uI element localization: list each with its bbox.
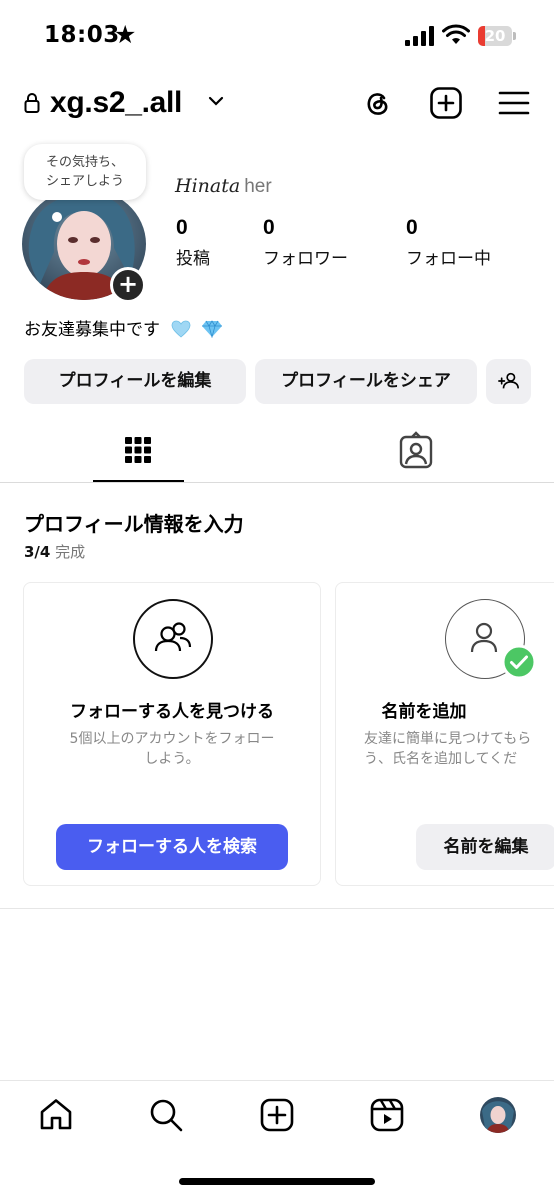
find-people-card: フォローする人を見つける 5個以上のアカウントをフォロー しよう。 フォローする…: [23, 582, 321, 886]
add-post-icon[interactable]: [429, 86, 463, 120]
grid-icon: [125, 437, 151, 463]
tagged-icon: [399, 431, 433, 469]
lock-icon: [24, 93, 40, 113]
share-profile-button[interactable]: プロフィールをシェア: [255, 359, 477, 404]
card-description: 友達に簡単に見つけてもら う、氏名を追加してくだ: [364, 731, 532, 767]
stat-value: 0: [176, 216, 188, 239]
stat-label: 投稿: [176, 249, 210, 269]
card-title: 名前を追加: [381, 702, 467, 722]
profile-header: xg.s2_.all: [0, 78, 554, 134]
stat-value: 0: [263, 216, 275, 239]
status-bar: 18:03 ★ 20: [0, 0, 554, 72]
threads-icon[interactable]: [360, 86, 394, 120]
stat-following[interactable]: 0 フォロー中: [406, 216, 491, 269]
chevron-down-icon[interactable]: [207, 92, 225, 110]
display-name-line: Hinata her: [175, 175, 272, 198]
battery-level: 20: [484, 27, 506, 45]
completion-title: プロフィール情報を入力: [24, 512, 244, 536]
progress-count: 3/4: [24, 543, 51, 561]
star-icon: ★: [114, 20, 137, 49]
create-icon[interactable]: [259, 1097, 295, 1133]
stat-value: 0: [406, 216, 418, 239]
card-title: フォローする人を見つける: [70, 702, 274, 722]
search-icon[interactable]: [148, 1097, 184, 1133]
status-time: 18:03: [44, 22, 120, 48]
tab-tagged[interactable]: [392, 430, 440, 476]
stat-posts[interactable]: 0 投稿: [176, 216, 210, 269]
edit-profile-button[interactable]: プロフィールを編集: [24, 359, 246, 404]
reels-icon[interactable]: [369, 1097, 405, 1133]
check-icon: [501, 644, 537, 680]
home-indicator: [179, 1178, 375, 1185]
edit-name-button[interactable]: 名前を編集: [416, 824, 554, 870]
home-icon[interactable]: [38, 1097, 74, 1133]
add-name-card: 名前を追加 友達に簡単に見つけてもら う、氏名を追加してくだ 名前を編集: [335, 582, 554, 886]
stat-label: フォロー中: [406, 249, 491, 269]
note-bubble[interactable]: その気持ち、 シェアしよう: [24, 144, 146, 200]
stat-label: フォロワー: [263, 249, 348, 269]
wifi-icon: [442, 24, 470, 44]
cellular-signal-icon: [405, 26, 435, 46]
note-bubble-tail: [52, 212, 62, 222]
add-story-button[interactable]: +: [110, 267, 146, 303]
discover-people-button[interactable]: [486, 359, 531, 404]
tab-posts-grid[interactable]: [114, 430, 162, 476]
divider: [0, 482, 554, 483]
gem-icon: [201, 320, 222, 338]
stat-followers[interactable]: 0 フォロワー: [263, 216, 348, 269]
find-people-button[interactable]: フォローする人を検索: [56, 824, 288, 870]
bio-text: お友達募集中です: [24, 320, 160, 340]
people-icon: [133, 599, 213, 679]
card-description: 5個以上のアカウントをフォロー しよう。: [69, 731, 275, 767]
completion-progress: 3/4 完成: [24, 541, 85, 562]
light-blue-heart-icon: [172, 320, 191, 338]
battery-icon: 20: [478, 26, 516, 46]
note-bubble-text: その気持ち、 シェアしよう: [45, 155, 124, 189]
progress-suffix: 完成: [55, 543, 86, 561]
display-name: Hinata: [175, 175, 241, 197]
bio: お友達募集中です: [24, 315, 223, 340]
add-person-icon: [497, 372, 519, 389]
divider: [0, 908, 554, 909]
menu-icon[interactable]: [497, 86, 531, 120]
profile-tab-avatar[interactable]: [480, 1097, 516, 1133]
pronouns: her: [244, 176, 272, 197]
username[interactable]: xg.s2_.all: [50, 86, 182, 120]
